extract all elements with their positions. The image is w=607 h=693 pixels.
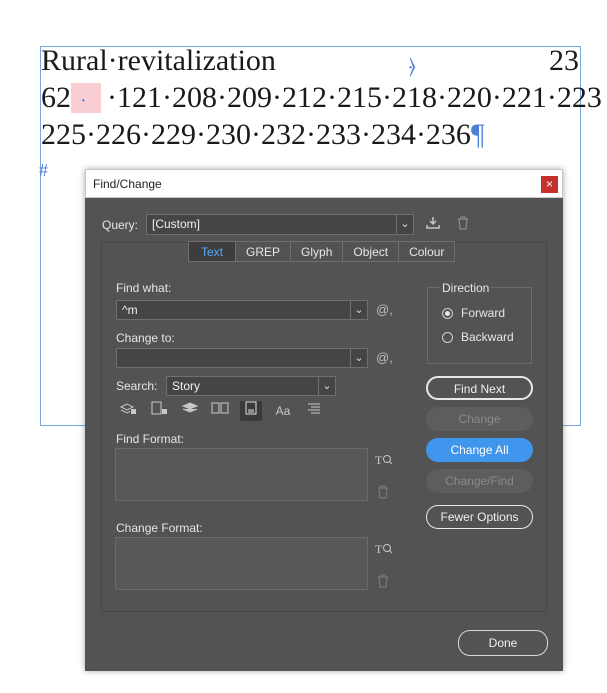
chevron-down-icon[interactable]: ⌄	[350, 349, 367, 367]
doc-line-2-start: 62	[41, 81, 71, 114]
find-format-label: Find Format:	[116, 432, 185, 446]
doc-line-2-rest: ·121·208·209·212·215·218·220·221·223	[107, 81, 602, 114]
find-change-dialog: Find/Change × Query: [Custom] ⌄ Text GRE…	[85, 169, 563, 671]
close-button[interactable]: ×	[541, 176, 558, 193]
lock-stories-icon[interactable]	[148, 401, 170, 421]
tab-glyph[interactable]: Glyph	[291, 241, 344, 262]
tab-text[interactable]: Text	[188, 241, 237, 262]
case-sensitive-icon[interactable]: Aa	[272, 401, 294, 421]
find-what-value: ^m	[122, 303, 138, 317]
svg-text:T: T	[375, 542, 383, 556]
lock-layers-icon[interactable]	[117, 401, 139, 421]
fewer-options-button[interactable]: Fewer Options	[426, 505, 533, 529]
hidden-layers-icon[interactable]	[179, 401, 201, 421]
whole-word-icon[interactable]	[303, 401, 325, 421]
direction-group	[427, 287, 532, 364]
specify-change-format-icon[interactable]: T	[375, 541, 393, 560]
tab-grep[interactable]: GREP	[236, 241, 292, 262]
query-select[interactable]: [Custom] ⌄	[146, 214, 414, 235]
backward-label[interactable]: Backward	[461, 330, 514, 344]
dialog-title: Find/Change	[93, 177, 162, 191]
doc-line-3: 225·226·229·230·232·233·234·236¶	[41, 118, 485, 152]
footnotes-icon[interactable]	[240, 401, 262, 421]
find-what-field[interactable]: ^m ⌄	[116, 300, 368, 320]
find-what-label: Find what:	[116, 281, 172, 295]
dialog-titlebar[interactable]: Find/Change ×	[85, 169, 563, 198]
chevron-down-icon[interactable]: ⌄	[350, 301, 367, 319]
change-to-field[interactable]: ⌄	[116, 348, 368, 368]
save-query-icon[interactable]	[425, 216, 441, 233]
master-pages-icon[interactable]	[209, 401, 231, 421]
change-format-label: Change Format:	[116, 521, 203, 535]
clear-find-format-icon[interactable]	[377, 485, 389, 502]
done-button[interactable]: Done	[458, 630, 548, 656]
tab-colour[interactable]: Colour	[399, 241, 456, 262]
forward-radio[interactable]	[442, 308, 453, 319]
doc-line-2: 62 ·121·208·209·212·215·218·220·221·223	[41, 81, 602, 115]
break-marker: ·	[80, 90, 87, 112]
direction-label: Direction	[440, 281, 492, 295]
find-format-box[interactable]	[115, 448, 368, 501]
end-of-story-marker: #	[39, 160, 48, 180]
change-format-box[interactable]	[115, 537, 368, 590]
query-value: [Custom]	[152, 217, 201, 231]
anchor-marker: ⦒	[409, 55, 416, 77]
change-button[interactable]: Change	[426, 407, 533, 431]
delete-query-icon[interactable]	[457, 216, 469, 233]
search-label: Search:	[116, 379, 158, 393]
change-all-button[interactable]: Change All	[426, 438, 533, 462]
special-characters-find-icon[interactable]: @,	[376, 302, 393, 317]
doc-line-1: Rural·revitalization	[41, 44, 276, 77]
query-label: Query:	[102, 218, 139, 232]
search-tabs: Text GREP Glyph Object Colour	[188, 241, 456, 262]
chevron-down-icon: ⌄	[396, 215, 413, 234]
pilcrow-icon: ¶	[470, 118, 485, 151]
change-find-button[interactable]: Change/Find	[426, 469, 533, 493]
search-scope-select[interactable]: Story ⌄	[166, 376, 336, 396]
doc-line-3-text: 225·226·229·230·232·233·234·236	[41, 118, 471, 151]
find-next-button[interactable]: Find Next	[426, 376, 533, 400]
svg-text:T: T	[375, 453, 383, 467]
chevron-down-icon: ⌄	[318, 377, 335, 395]
clear-change-format-icon[interactable]	[377, 574, 389, 591]
tab-object[interactable]: Object	[343, 241, 400, 262]
specify-find-format-icon[interactable]: T	[375, 452, 393, 471]
doc-line-1-number: 23	[549, 44, 579, 77]
change-to-label: Change to:	[116, 331, 175, 345]
special-characters-change-icon[interactable]: @,	[376, 350, 393, 365]
forward-label[interactable]: Forward	[461, 306, 505, 320]
backward-radio[interactable]	[442, 332, 453, 343]
search-scope-value: Story	[172, 379, 201, 393]
